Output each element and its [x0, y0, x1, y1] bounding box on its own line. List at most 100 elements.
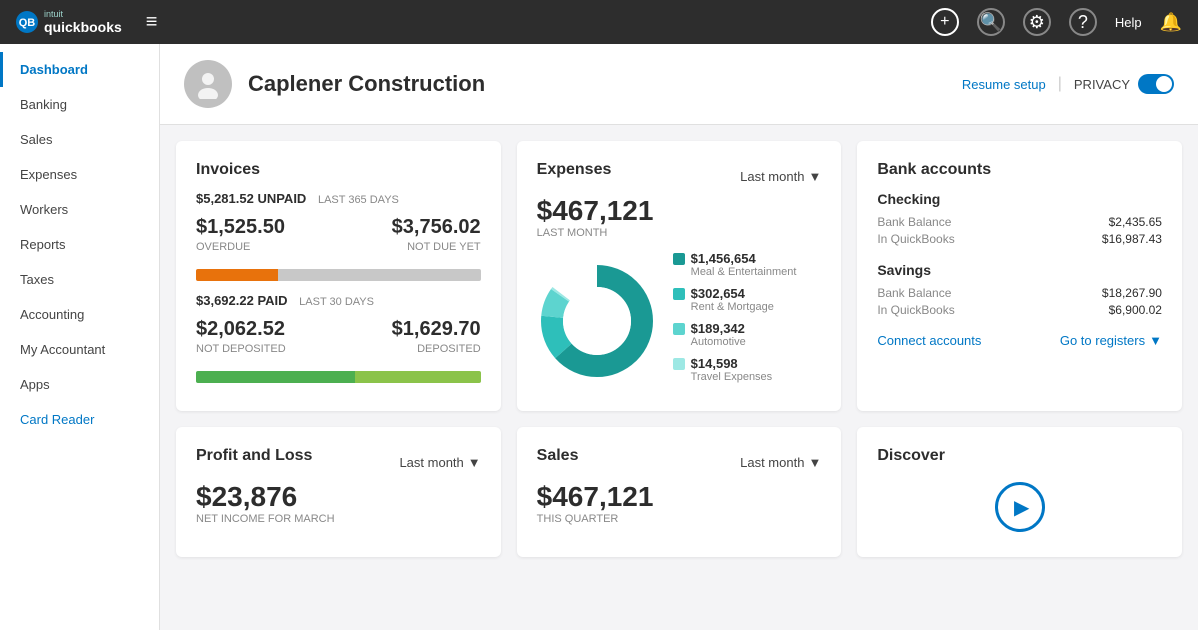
pnl-sublabel: NET INCOME FOR MARCH [196, 513, 481, 525]
checking-qb-row: In QuickBooks $16,987.43 [877, 232, 1162, 246]
expenses-period-selector[interactable]: Last month ▼ [740, 169, 821, 184]
savings-qb-label: In QuickBooks [877, 303, 954, 317]
sales-header-row: Sales Last month ▼ [537, 447, 822, 477]
expenses-legend: $1,456,654 Meal & Entertainment $302,654… [673, 251, 822, 391]
invoices-paid-period: LAST 30 DAYS [299, 296, 374, 308]
company-avatar [184, 60, 232, 108]
expenses-chart-area: $1,456,654 Meal & Entertainment $302,654… [537, 251, 822, 391]
checking-bank-balance-row: Bank Balance $2,435.65 [877, 215, 1162, 229]
add-icon[interactable]: + [931, 8, 959, 36]
sidebar-item-accounting[interactable]: Accounting [0, 297, 159, 332]
main-content: Caplener Construction Resume setup | PRI… [160, 44, 1198, 630]
top-navigation: QB intuit quickbooks ≡ + 🔍 ⚙ ? Help 🔔 [0, 0, 1198, 44]
sidebar-item-taxes[interactable]: Taxes [0, 262, 159, 297]
page-header: Caplener Construction Resume setup | PRI… [160, 44, 1198, 125]
savings-bank-balance-label: Bank Balance [877, 286, 951, 300]
discover-play-button[interactable]: ▶ [995, 482, 1045, 532]
discover-card: Discover ▶ [857, 427, 1182, 557]
legend-color-1 [673, 253, 685, 265]
checking-qb-value: $16,987.43 [1102, 232, 1162, 246]
app-logo: QB intuit quickbooks [16, 9, 122, 35]
registers-chevron-icon: ▼ [1149, 333, 1162, 348]
invoices-notdue-label: NOT DUE YET [407, 241, 481, 253]
invoices-title: Invoices [196, 161, 481, 179]
savings-section: Savings Bank Balance $18,267.90 In Quick… [877, 262, 1162, 317]
invoices-paid-amount: $3,692.22 PAID [196, 293, 288, 308]
expenses-card: Expenses Last month ▼ $467,121 LAST MONT… [517, 141, 842, 411]
sidebar-item-my-accountant[interactable]: My Accountant [0, 332, 159, 367]
pnl-period-selector[interactable]: Last month ▼ [399, 455, 480, 470]
help-label: Help [1115, 15, 1142, 30]
sidebar-item-apps[interactable]: Apps [0, 367, 159, 402]
checking-section: Checking Bank Balance $2,435.65 In Quick… [877, 191, 1162, 246]
invoices-deposited-amount: $1,629.70 [392, 318, 481, 341]
discover-title: Discover [877, 447, 1162, 465]
privacy-label: PRIVACY [1074, 77, 1130, 92]
invoices-labels-row: OVERDUE NOT DUE YET [196, 241, 481, 263]
bar-deposited [355, 371, 481, 383]
sidebar-item-reports[interactable]: Reports [0, 227, 159, 262]
legend-color-3 [673, 323, 685, 335]
savings-qb-row: In QuickBooks $6,900.02 [877, 303, 1162, 317]
pnl-title: Profit and Loss [196, 447, 312, 465]
notifications-icon[interactable]: 🔔 [1160, 12, 1182, 33]
legend-color-4 [673, 358, 685, 370]
privacy-toggle[interactable] [1138, 74, 1174, 94]
expenses-amount: $467,121 [537, 195, 822, 227]
go-to-registers-link[interactable]: Go to registers ▼ [1060, 333, 1162, 348]
svg-text:QB: QB [19, 17, 36, 29]
expenses-header-row: Expenses Last month ▼ [537, 161, 822, 191]
intuit-logo-icon: QB [16, 11, 38, 33]
legend-amount-2: $302,654 [691, 286, 774, 301]
checking-qb-label: In QuickBooks [877, 232, 954, 246]
expenses-period-chevron: ▼ [808, 169, 821, 184]
bar-not-deposited [196, 371, 355, 383]
savings-bank-balance-row: Bank Balance $18,267.90 [877, 286, 1162, 300]
legend-item-3: $189,342 Automotive [673, 321, 822, 348]
sidebar-item-card-reader[interactable]: Card Reader [0, 402, 159, 437]
sidebar-item-dashboard[interactable]: Dashboard [0, 52, 159, 87]
connect-accounts-link[interactable]: Connect accounts [877, 333, 981, 348]
savings-qb-value: $6,900.02 [1109, 303, 1162, 317]
legend-label-2: Rent & Mortgage [691, 301, 774, 313]
company-name: Caplener Construction [248, 71, 485, 97]
invoices-amounts-row: $1,525.50 $3,756.02 [196, 216, 481, 239]
legend-amount-3: $189,342 [691, 321, 746, 336]
invoices-deposit-row: $2,062.52 $1,629.70 [196, 318, 481, 341]
sales-period-chevron: ▼ [808, 455, 821, 470]
legend-item-4: $14,598 Travel Expenses [673, 356, 822, 383]
pnl-period-chevron: ▼ [468, 455, 481, 470]
sidebar-item-sales[interactable]: Sales [0, 122, 159, 157]
legend-label-1: Meal & Entertainment [691, 266, 797, 278]
legend-amount-4: $14,598 [691, 356, 773, 371]
avatar-icon [193, 69, 223, 99]
invoices-notdue-amount: $3,756.02 [392, 216, 481, 239]
savings-label: Savings [877, 262, 1162, 278]
sidebar-item-banking[interactable]: Banking [0, 87, 159, 122]
invoices-unpaid-period: LAST 365 DAYS [318, 194, 399, 206]
invoices-not-deposited-amount: $2,062.52 [196, 318, 285, 341]
help-icon[interactable]: ? [1069, 8, 1097, 36]
invoices-bar2 [196, 371, 481, 383]
settings-icon[interactable]: ⚙ [1023, 8, 1051, 36]
quickbooks-text: quickbooks [44, 19, 122, 35]
sales-period-selector[interactable]: Last month ▼ [740, 455, 821, 470]
sales-card: Sales Last month ▼ $467,121 THIS QUARTER [517, 427, 842, 557]
intuit-text: intuit [44, 9, 122, 19]
donut-svg [537, 261, 657, 381]
expenses-title: Expenses [537, 161, 612, 179]
dashboard-grid: Invoices $5,281.52 UNPAID LAST 365 DAYS … [160, 125, 1198, 573]
legend-item-1: $1,456,654 Meal & Entertainment [673, 251, 822, 278]
search-icon[interactable]: 🔍 [977, 8, 1005, 36]
legend-amount-1: $1,456,654 [691, 251, 797, 266]
invoices-not-deposited-label: NOT DEPOSITED [196, 343, 286, 355]
sidebar-item-expenses[interactable]: Expenses [0, 157, 159, 192]
sidebar-item-workers[interactable]: Workers [0, 192, 159, 227]
invoices-paid-row: $3,692.22 PAID LAST 30 DAYS [196, 293, 481, 308]
invoices-card: Invoices $5,281.52 UNPAID LAST 365 DAYS … [176, 141, 501, 411]
hamburger-menu[interactable]: ≡ [146, 11, 158, 34]
invoices-overdue-label: OVERDUE [196, 241, 250, 253]
sidebar: Dashboard Banking Sales Expenses Workers… [0, 44, 160, 630]
pnl-amount: $23,876 [196, 481, 481, 513]
resume-setup-link[interactable]: Resume setup [962, 77, 1046, 92]
